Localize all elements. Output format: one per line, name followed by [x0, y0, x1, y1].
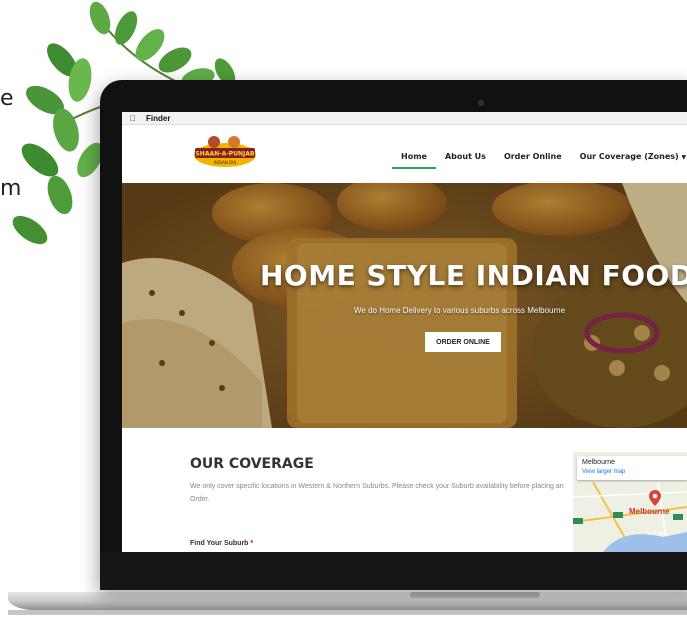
coverage-title: OUR COVERAGE: [190, 456, 314, 472]
camera-icon: [478, 100, 484, 106]
order-online-button[interactable]: ORDER ONLINE: [425, 332, 501, 352]
main-nav: Home About Us Order Online Our Coverage …: [392, 152, 687, 169]
nav-our-coverage-label: Our Coverage (Zones): [579, 152, 679, 161]
find-suburb-label: Find Your Suburb *: [190, 540, 253, 547]
map-pin-icon[interactable]: [649, 490, 661, 506]
map-city: Melbourne: [582, 459, 616, 466]
laptop-base: [8, 592, 687, 615]
hero-banner: HOME STYLE INDIAN FOOD We do Home Delive…: [122, 183, 687, 428]
apple-icon[interactable]: : [130, 114, 136, 123]
view-larger-map-link[interactable]: View larger map: [582, 469, 625, 475]
bottom-bezel: [100, 552, 687, 590]
laptop-body:  Finder SHAAN-A-PUNJAB INDIAN DIN Home …: [100, 80, 687, 590]
find-suburb-label-text: Find Your Suburb: [190, 540, 249, 547]
map-marker-label: Melbourne: [629, 507, 670, 516]
hero-subtitle: We do Home Delivery to various suburbs a…: [354, 306, 566, 315]
logo-bottom-text: INDIAN DIN: [214, 160, 237, 165]
nav-home[interactable]: Home: [392, 152, 436, 169]
nav-our-coverage[interactable]: Our Coverage (Zones) ▼: [571, 152, 687, 161]
map-info-card: Melbourne View larger map: [577, 456, 687, 480]
nav-order-online[interactable]: Order Online: [495, 152, 571, 161]
nav-about-us[interactable]: About Us: [436, 152, 495, 161]
site-header: SHAAN-A-PUNJAB INDIAN DIN Home About Us …: [122, 125, 687, 184]
coverage-map[interactable]: Melbourne View larger map Melbourne St K…: [573, 452, 687, 552]
menubar-app-name[interactable]: Finder: [146, 114, 170, 123]
required-mark: *: [250, 540, 254, 547]
screen:  Finder SHAAN-A-PUNJAB INDIAN DIN Home …: [122, 112, 687, 552]
chevron-down-icon: ▼: [681, 154, 687, 161]
menubar:  Finder: [122, 112, 687, 125]
coverage-description: We only cover specific locations in West…: [190, 483, 564, 503]
logo-top-text: SHAAN-A-PUNJAB: [195, 151, 254, 158]
site-logo[interactable]: SHAAN-A-PUNJAB INDIAN DIN: [192, 135, 258, 169]
hero-title: HOME STYLE INDIAN FOOD: [260, 259, 687, 292]
map-place-label: St Kilda: [647, 531, 665, 537]
